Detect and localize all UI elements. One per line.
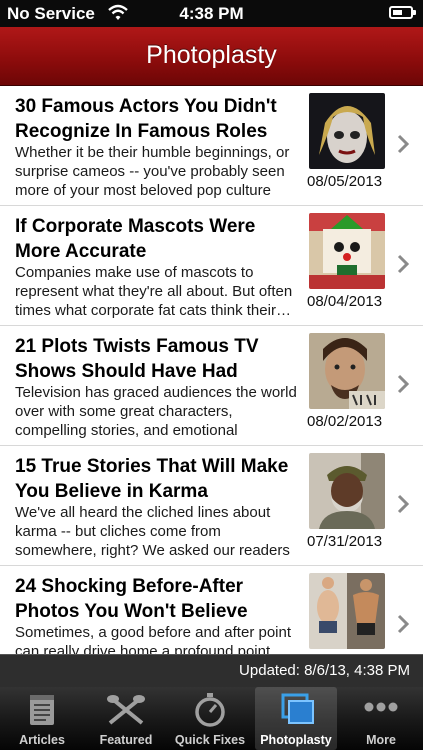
tab-label: Quick Fixes (174, 733, 246, 747)
article-title: 30 Famous Actors You Didn't Recognize In… (15, 96, 277, 142)
notepad-icon (30, 695, 54, 725)
article-title: 15 True Stories That Will Make You Belie… (15, 456, 289, 502)
tab-label: Articles (19, 733, 65, 747)
article-thumbnail (309, 453, 385, 529)
status-time: 4:38 PM (179, 4, 244, 23)
article-description: Sometimes, a good before and after point… (15, 624, 292, 654)
article-row[interactable]: If Corporate Mascots Were More Accurate … (0, 206, 423, 326)
article-description: We've all heard the cliched lines about … (15, 504, 290, 559)
article-thumbnail (309, 333, 385, 409)
tab-articles[interactable]: Articles (0, 687, 84, 750)
article-date: 08/04/2013 (307, 293, 383, 310)
last-updated-bar: Updated: 8/6/13, 4:38 PM (0, 654, 423, 688)
article-date: 08/05/2013 (307, 173, 383, 190)
tab-label: Photoplasty (260, 733, 332, 747)
tab-quick-fixes[interactable]: Quick Fixes (168, 687, 252, 750)
chevron-right-icon (397, 494, 409, 514)
article-row[interactable]: 30 Famous Actors You Didn't Recognize In… (0, 86, 423, 206)
tab-photoplasty[interactable]: Photoplasty (255, 687, 337, 750)
article-description: Television has graced audiences the worl… (15, 384, 297, 439)
crossed-swords-icon (107, 695, 145, 725)
article-title: 24 Shocking Before-After Photos You Won'… (15, 576, 248, 622)
chevron-right-icon (397, 134, 409, 154)
page-title: Photoplasty (146, 41, 277, 69)
article-date: 07/31/2013 (307, 533, 383, 550)
navigation-bar: Photoplasty (0, 27, 423, 86)
article-description: Whether it be their humble beginnings, o… (15, 144, 290, 199)
chevron-right-icon (397, 614, 409, 634)
photos-icon (281, 693, 314, 724)
more-dots-icon (364, 702, 398, 712)
article-row[interactable]: 24 Shocking Before-After Photos You Won'… (0, 566, 423, 654)
stopwatch-icon (195, 693, 225, 727)
article-date: 08/02/2013 (307, 413, 383, 430)
chevron-right-icon (397, 254, 409, 274)
article-thumbnail (309, 93, 385, 169)
tab-label: Featured (99, 733, 153, 747)
chevron-right-icon (397, 374, 409, 394)
article-title: If Corporate Mascots Were More Accurate (15, 216, 256, 262)
article-thumbnail (309, 213, 385, 289)
battery-icon (389, 6, 416, 19)
article-thumbnail (309, 573, 385, 649)
tab-label: More (366, 733, 396, 747)
article-list[interactable]: 30 Famous Actors You Didn't Recognize In… (0, 86, 423, 654)
tab-more[interactable]: More (339, 687, 423, 750)
article-title: 21 Plots Twists Famous TV Shows Should H… (15, 336, 259, 382)
last-updated-label: Updated: 8/6/13, 4:38 PM (239, 662, 410, 679)
tab-featured[interactable]: Featured (84, 687, 168, 750)
tab-bar: Articles Featured Quick Fixes Photoplast… (0, 687, 423, 750)
article-row[interactable]: 21 Plots Twists Famous TV Shows Should H… (0, 326, 423, 446)
status-bar: No Service 4:38 PM (0, 0, 423, 27)
article-row[interactable]: 15 True Stories That Will Make You Belie… (0, 446, 423, 566)
article-description: Companies make use of mascots to represe… (15, 264, 293, 319)
